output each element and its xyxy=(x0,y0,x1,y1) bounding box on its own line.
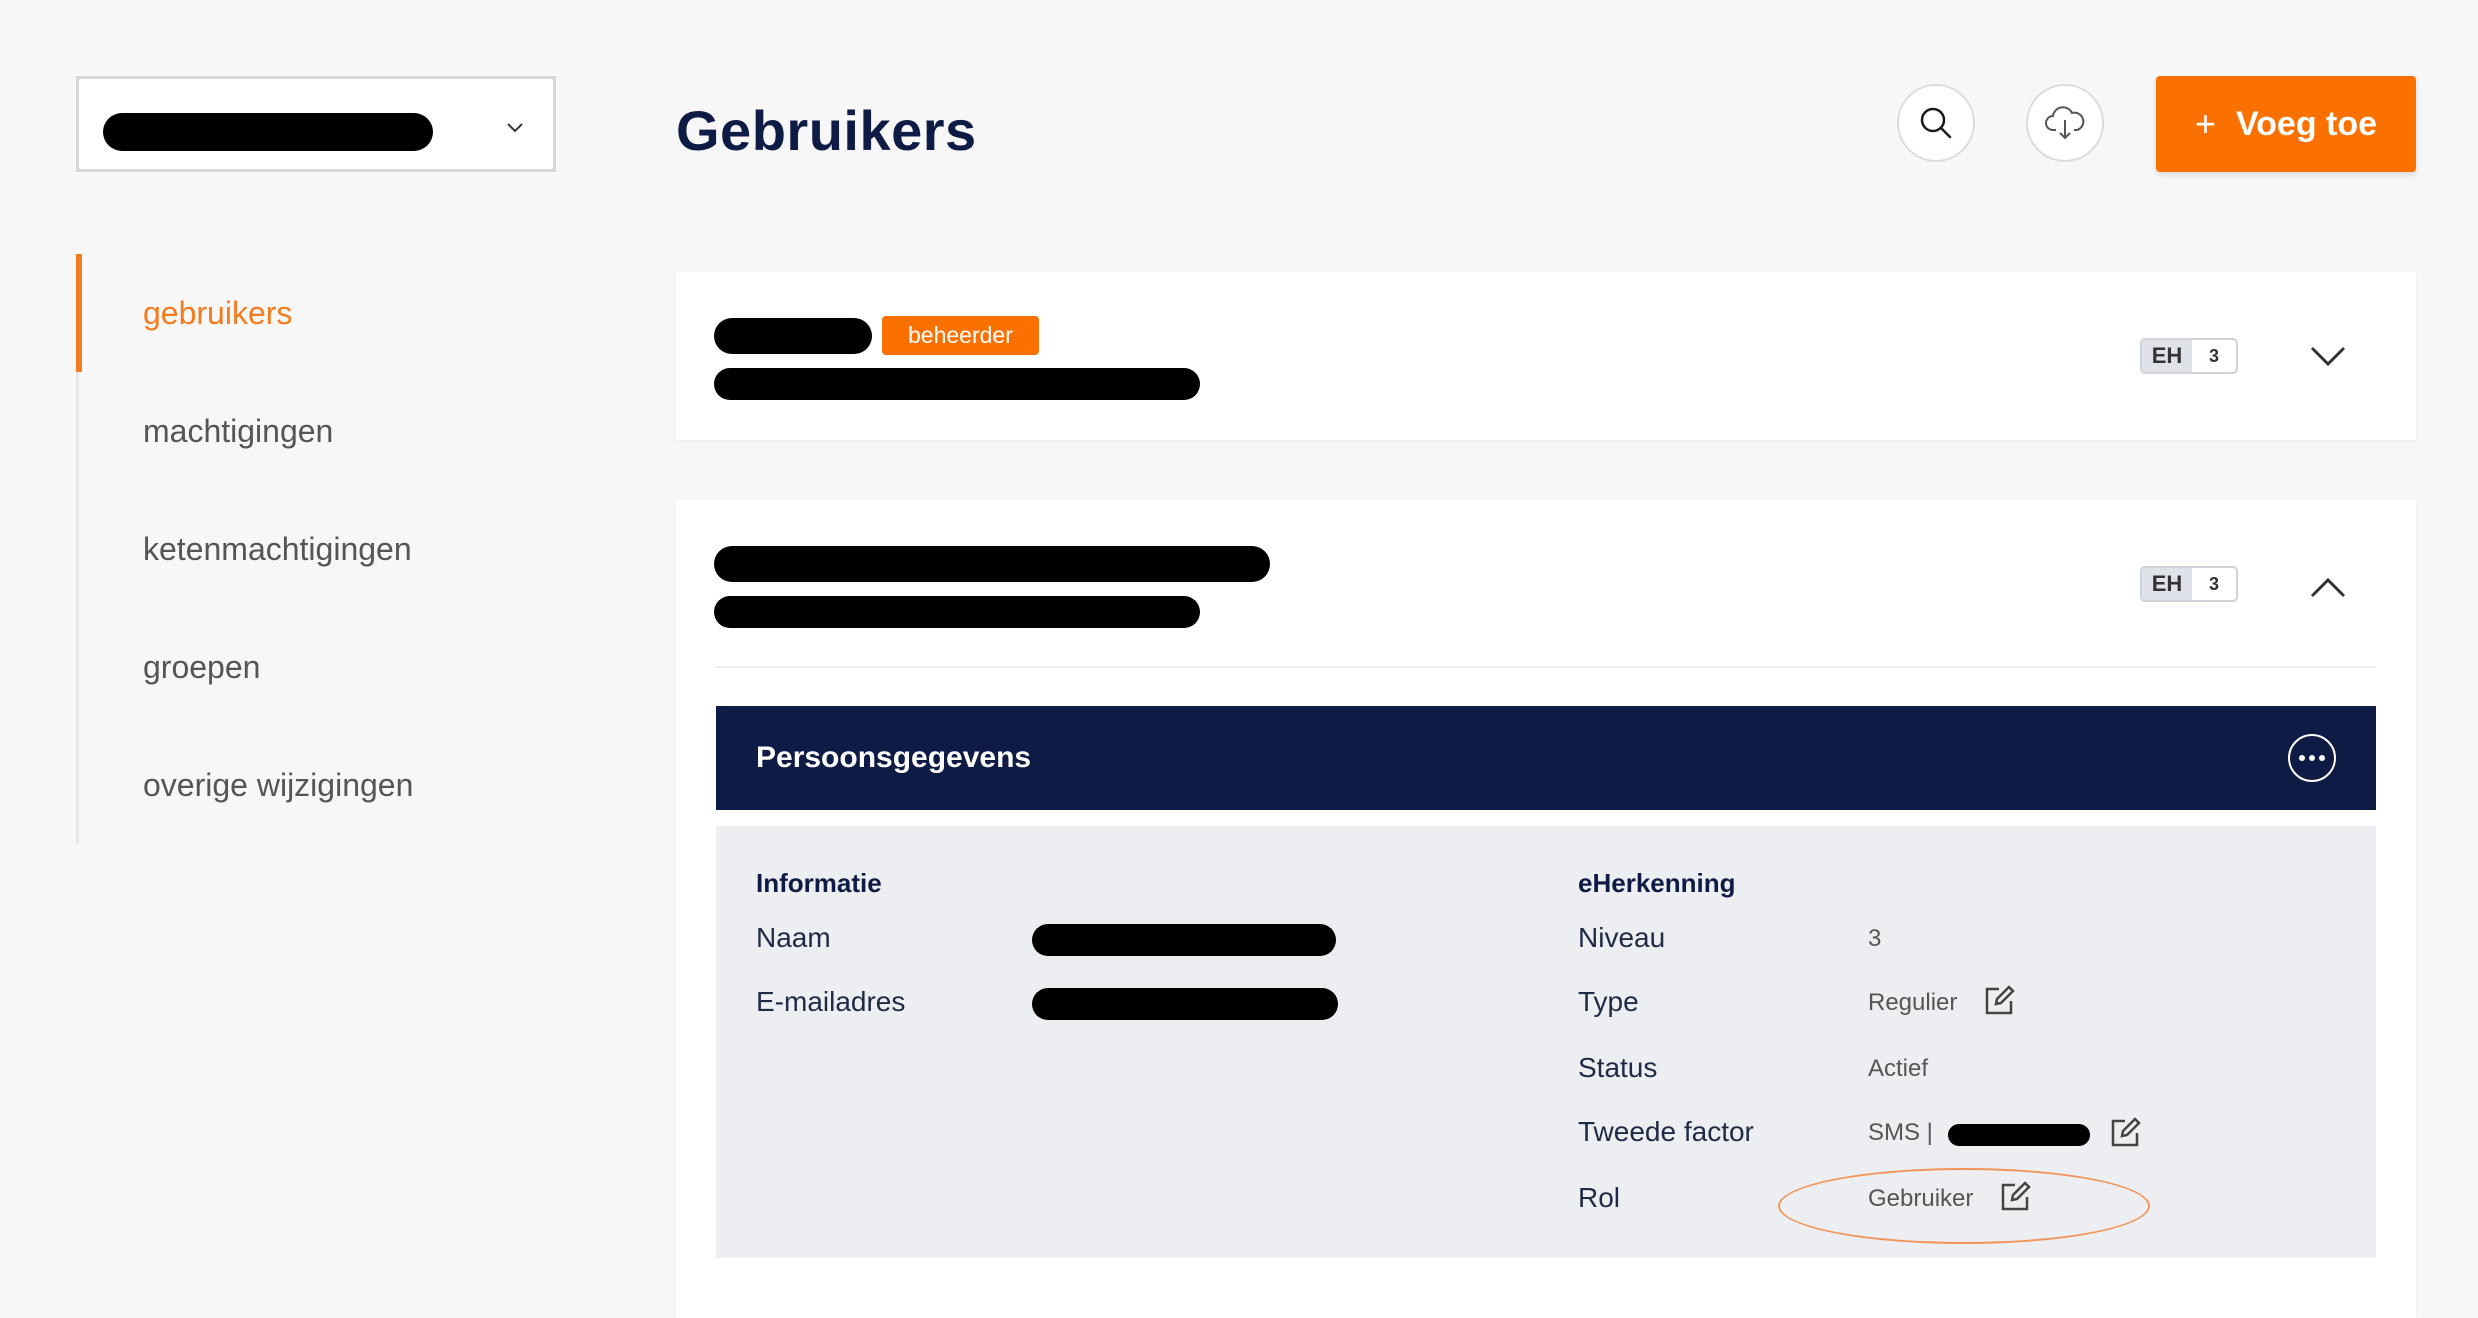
sidebar-nav: gebruikers machtigingen ketenmachtiginge… xyxy=(76,254,559,844)
tweede-factor-label: Tweede factor xyxy=(1578,1116,1754,1147)
sidebar-item-ketenmachtigingen[interactable]: ketenmachtigingen xyxy=(79,490,559,608)
niveau-label: Niveau xyxy=(1578,922,1666,953)
download-button[interactable] xyxy=(2026,84,2104,162)
add-user-button[interactable]: + Voeg toe xyxy=(2156,76,2416,172)
edit-rol-icon[interactable] xyxy=(1998,1180,2032,1214)
status-value: Actief xyxy=(1868,1055,1929,1082)
user-email-redacted xyxy=(714,368,1200,400)
user-email-redacted xyxy=(714,596,1200,628)
page-title: Gebruikers xyxy=(676,99,977,162)
email-value-redacted xyxy=(1032,988,1338,1020)
organisation-select[interactable] xyxy=(76,76,556,172)
rol-value: Gebruiker xyxy=(1868,1185,1974,1212)
search-icon xyxy=(1920,107,1952,139)
user-card-expanded: EH 3 Persoonsgegevens Informatie Naam E-… xyxy=(676,500,2416,1318)
rol-label: Rol xyxy=(1578,1182,1621,1213)
eh-level: 3 xyxy=(2208,345,2219,366)
eh-label: EH xyxy=(2142,568,2192,600)
eh-level: 3 xyxy=(2208,573,2219,594)
details-panel: Informatie Naam E-mailadres eHerkenning … xyxy=(716,826,2376,1258)
edit-type-icon[interactable] xyxy=(1982,984,2016,1018)
edit-tweede-factor-icon[interactable] xyxy=(2108,1116,2142,1150)
email-label: E-mailadres xyxy=(756,986,906,1017)
eh-label: EH xyxy=(2142,340,2192,372)
status-label: Status xyxy=(1578,1052,1658,1083)
chevron-down-icon xyxy=(507,123,523,133)
user-name-redacted xyxy=(714,318,872,354)
organisation-name-redacted xyxy=(103,113,433,151)
naam-value-redacted xyxy=(1032,924,1336,956)
type-value: Regulier xyxy=(1868,989,1958,1016)
niveau-value: 3 xyxy=(1868,925,1882,952)
more-options-icon[interactable] xyxy=(2288,734,2336,782)
informatie-title: Informatie xyxy=(756,868,882,898)
chevron-down-icon[interactable] xyxy=(2306,334,2350,378)
tweede-factor-value: SMS | xyxy=(1868,1119,1940,1146)
eherkenning-level-badge: EH 3 xyxy=(2140,566,2238,602)
chevron-up-icon[interactable] xyxy=(2306,566,2350,610)
user-name-redacted xyxy=(714,546,1270,582)
sidebar-item-overige-wijzigingen[interactable]: overige wijzigingen xyxy=(79,726,559,844)
sidebar-item-gebruikers[interactable]: gebruikers xyxy=(76,254,559,372)
add-user-button-label: Voeg toe xyxy=(2235,104,2378,143)
eherkenning-level-badge: EH 3 xyxy=(2140,338,2238,374)
cloud-download-icon xyxy=(2045,106,2085,140)
sidebar-item-machtigingen[interactable]: machtigingen xyxy=(79,372,559,490)
persoonsgegevens-header: Persoonsgegevens xyxy=(716,706,2376,810)
type-label: Type xyxy=(1578,986,1639,1017)
search-button[interactable] xyxy=(1897,84,1975,162)
section-title: Persoonsgegevens xyxy=(756,741,1032,774)
role-badge: beheerder xyxy=(882,316,1039,355)
plus-icon: + xyxy=(2194,103,2216,144)
user-card[interactable]: beheerder EH 3 xyxy=(676,272,2416,440)
eherkenning-title: eHerkenning xyxy=(1578,868,1736,898)
divider xyxy=(716,666,2376,668)
sidebar-item-groepen[interactable]: groepen xyxy=(79,608,559,726)
naam-label: Naam xyxy=(756,922,831,953)
phone-number-redacted xyxy=(1948,1124,2090,1146)
